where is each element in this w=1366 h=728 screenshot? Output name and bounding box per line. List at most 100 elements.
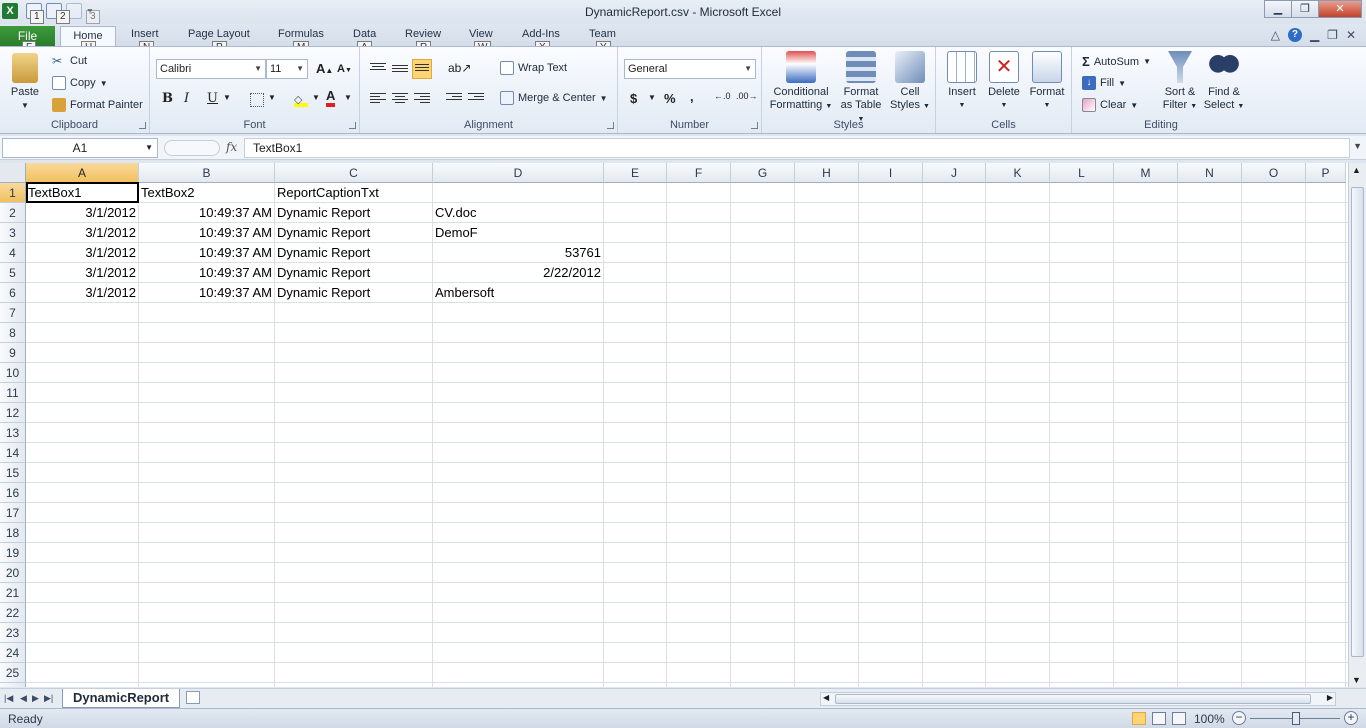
conditional-formatting-button[interactable]: Conditional Formatting ▼: [768, 51, 834, 113]
zoom-in-icon[interactable]: +: [1344, 711, 1358, 725]
scroll-right-icon[interactable]: ▶: [1327, 693, 1333, 702]
cell-b5[interactable]: 10:49:37 AM: [139, 263, 274, 283]
paste-button[interactable]: Paste ▼: [6, 53, 44, 112]
cell-a5[interactable]: 3/1/2012: [26, 263, 138, 283]
row-header-6[interactable]: 6: [0, 283, 26, 303]
increase-indent-icon[interactable]: [468, 91, 484, 105]
font-color-icon[interactable]: A: [326, 89, 336, 107]
font-name-combo[interactable]: Calibri ▼: [156, 59, 266, 79]
page-break-view-icon[interactable]: [1172, 712, 1186, 725]
tab-view[interactable]: View: [469, 28, 493, 40]
row-header-23[interactable]: 23: [0, 623, 26, 643]
minimize-ribbon-icon[interactable]: △: [1271, 28, 1280, 42]
zoom-level[interactable]: 100%: [1194, 712, 1225, 726]
horizontal-scroll-thumb[interactable]: [835, 694, 1311, 704]
sheet-tab-dynamicreport[interactable]: DynamicReport: [62, 689, 181, 708]
cut-button[interactable]: ✂ Cut: [52, 54, 87, 68]
row-header-11[interactable]: 11: [0, 383, 26, 403]
format-painter-button[interactable]: Format Painter: [52, 98, 143, 112]
fill-color-dropdown-icon[interactable]: ▼: [312, 93, 320, 102]
grow-font-icon[interactable]: A▲: [316, 61, 333, 76]
cell-b6[interactable]: 10:49:37 AM: [139, 283, 274, 303]
column-header-f[interactable]: F: [667, 163, 731, 183]
column-header-i[interactable]: I: [859, 163, 923, 183]
alignment-launcher-icon[interactable]: [607, 122, 614, 129]
number-launcher-icon[interactable]: [751, 122, 758, 129]
column-header-p[interactable]: P: [1306, 163, 1346, 183]
insert-sheet-icon[interactable]: [186, 691, 200, 704]
cell-a4[interactable]: 3/1/2012: [26, 243, 138, 263]
scroll-down-icon[interactable]: ▼: [1352, 675, 1361, 685]
cell-d6[interactable]: Ambersoft: [433, 283, 603, 303]
last-sheet-icon[interactable]: ▶|: [44, 693, 53, 704]
bold-button[interactable]: B: [162, 91, 173, 106]
underline-dropdown-icon[interactable]: ▼: [223, 93, 231, 102]
prev-sheet-icon[interactable]: ◀: [20, 693, 27, 704]
row-header-7[interactable]: 7: [0, 303, 26, 323]
font-size-combo[interactable]: 11 ▼: [266, 59, 308, 79]
scroll-left-icon[interactable]: ◀: [823, 693, 829, 702]
cell-c3[interactable]: Dynamic Report: [275, 223, 432, 243]
next-sheet-icon[interactable]: ▶: [32, 693, 39, 704]
copy-button[interactable]: Copy ▼: [52, 76, 108, 90]
column-header-d[interactable]: D: [433, 163, 604, 183]
delete-cells-button[interactable]: ✕ Delete ▼: [984, 51, 1024, 112]
cell-c4[interactable]: Dynamic Report: [275, 243, 432, 263]
row-header-12[interactable]: 12: [0, 403, 26, 423]
scroll-up-icon[interactable]: ▲: [1352, 165, 1361, 175]
cell-b3[interactable]: 10:49:37 AM: [139, 223, 274, 243]
cell-c1[interactable]: ReportCaptionTxt: [275, 183, 432, 203]
select-all-corner[interactable]: [0, 163, 26, 183]
doc-restore-icon[interactable]: ❐: [1327, 28, 1338, 42]
row-header-9[interactable]: 9: [0, 343, 26, 363]
insert-cells-button[interactable]: Insert ▼: [942, 51, 982, 112]
cell-c5[interactable]: Dynamic Report: [275, 263, 432, 283]
merge-center-button[interactable]: Merge & Center ▼: [500, 91, 608, 105]
align-middle-icon[interactable]: [392, 63, 408, 77]
column-header-k[interactable]: K: [986, 163, 1050, 183]
cell-d2[interactable]: CV.doc: [433, 203, 603, 223]
cell-b4[interactable]: 10:49:37 AM: [139, 243, 274, 263]
format-cells-button[interactable]: Format ▼: [1026, 51, 1068, 112]
fill-button[interactable]: ↓ Fill ▼: [1082, 76, 1126, 90]
row-header-18[interactable]: 18: [0, 523, 26, 543]
cell-c2[interactable]: Dynamic Report: [275, 203, 432, 223]
borders-dropdown-icon[interactable]: ▼: [268, 93, 276, 102]
clipboard-launcher-icon[interactable]: [139, 122, 146, 129]
align-top-icon[interactable]: [370, 61, 386, 75]
worksheet-grid[interactable]: ABCDEFGHIJKLMNOP 1 2 3 4 5 6 7 8 9 10 11 12 13 14 15 16…: [0, 163, 1348, 687]
decrease-indent-icon[interactable]: [446, 91, 462, 105]
zoom-slider-thumb[interactable]: [1292, 712, 1300, 725]
cell-d3[interactable]: DemoF: [433, 223, 603, 243]
row-header-3[interactable]: 3: [0, 223, 26, 243]
tab-review[interactable]: Review: [405, 28, 441, 40]
row-header-2[interactable]: 2: [0, 203, 26, 223]
restore-icon[interactable]: ❐: [1291, 0, 1319, 18]
align-left-icon[interactable]: [370, 91, 386, 105]
underline-button[interactable]: U: [207, 91, 218, 106]
page-layout-view-icon[interactable]: [1152, 712, 1166, 725]
column-header-m[interactable]: M: [1114, 163, 1178, 183]
row-header-13[interactable]: 13: [0, 423, 26, 443]
column-header-n[interactable]: N: [1178, 163, 1242, 183]
number-format-combo[interactable]: General ▼: [624, 59, 756, 79]
format-as-table-button[interactable]: Format as Table ▼: [836, 51, 886, 126]
font-launcher-icon[interactable]: [349, 122, 356, 129]
wrap-text-button[interactable]: Wrap Text: [500, 61, 567, 75]
first-sheet-icon[interactable]: |◀: [4, 693, 13, 704]
currency-button[interactable]: $: [630, 91, 637, 106]
borders-icon[interactable]: [250, 93, 264, 107]
close-icon[interactable]: ✕: [1318, 0, 1362, 18]
tab-team[interactable]: Team: [589, 28, 616, 40]
column-header-e[interactable]: E: [604, 163, 667, 183]
italic-button[interactable]: I: [184, 91, 189, 106]
insert-function-icon[interactable]: fx: [226, 140, 237, 154]
cell-styles-button[interactable]: Cell Styles ▼: [888, 51, 932, 113]
row-header-4[interactable]: 4: [0, 243, 26, 263]
vertical-scroll-thumb[interactable]: [1351, 187, 1364, 657]
clear-button[interactable]: Clear ▼: [1082, 98, 1138, 112]
cell-b2[interactable]: 10:49:37 AM: [139, 203, 274, 223]
comma-button[interactable]: ,: [690, 89, 694, 104]
doc-close-icon[interactable]: ✕: [1346, 28, 1356, 42]
column-header-c[interactable]: C: [275, 163, 433, 183]
